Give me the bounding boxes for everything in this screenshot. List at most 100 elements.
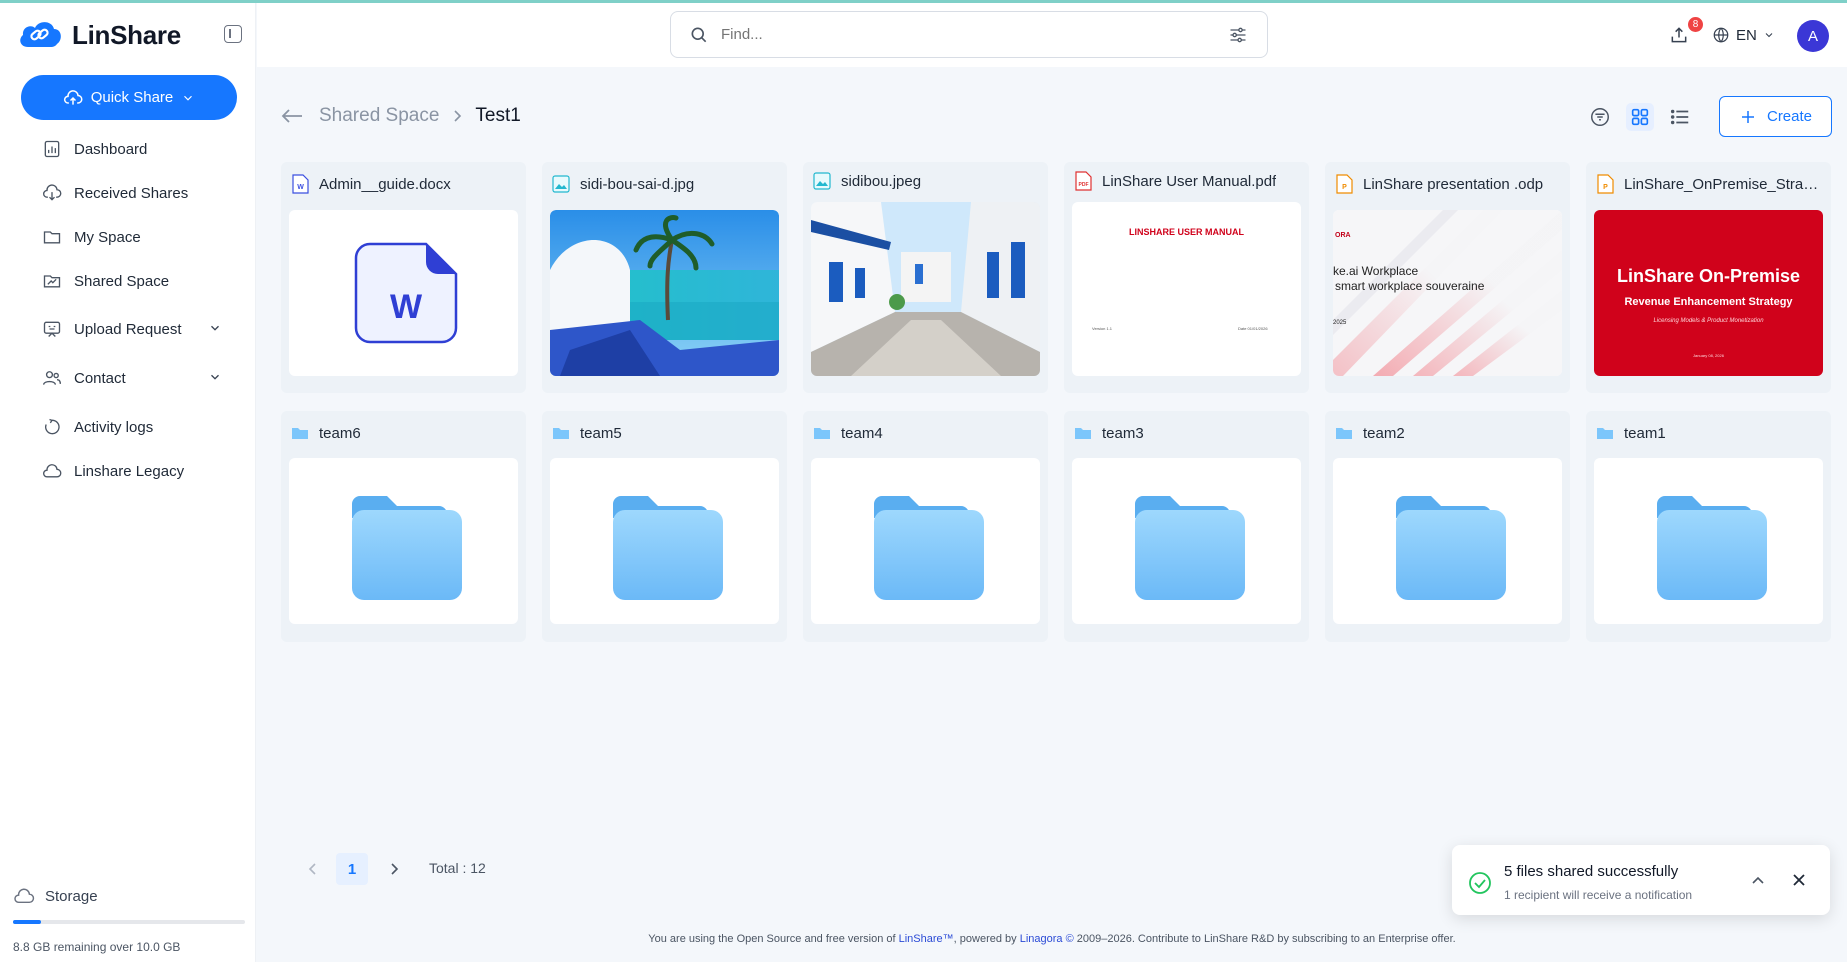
folder-thumbnail: [1333, 458, 1562, 624]
folder-card[interactable]: team4: [803, 411, 1048, 642]
storage-section: Storage: [13, 887, 98, 905]
search-icon: [691, 27, 707, 42]
large-folder-icon: [1657, 496, 1767, 600]
folder-icon: [292, 428, 308, 439]
sidebar-item-label: Upload Request: [74, 320, 182, 338]
top-header: 8 EN A: [257, 3, 1847, 67]
presentation-year: 2025: [1333, 320, 1347, 326]
contacts-icon: [43, 371, 61, 385]
folder-name: team4: [841, 424, 883, 442]
app-logo[interactable]: LinShare: [16, 17, 181, 53]
upload-status-icon[interactable]: [1669, 25, 1689, 45]
list-view-button[interactable]: [1666, 103, 1694, 131]
folder-card-header: team1: [1596, 423, 1821, 443]
toast-title: 5 files shared successfully: [1504, 863, 1679, 880]
file-card[interactable]: sidibou.jpeg: [803, 162, 1048, 393]
linshare-logo-icon: [20, 22, 61, 47]
presentation-stripes-icon: [1333, 210, 1562, 376]
prev-page-icon[interactable]: [306, 862, 320, 876]
cloud-icon: [14, 888, 35, 904]
quick-share-label: Quick Share: [90, 89, 174, 106]
folder-card-header: team5: [552, 423, 777, 443]
chevron-down-icon[interactable]: [208, 370, 222, 384]
next-page-icon[interactable]: [387, 862, 401, 876]
storage-remaining-text: 8.8 GB remaining over 10.0 GB: [13, 940, 181, 954]
breadcrumb-shared-space[interactable]: Shared Space: [319, 105, 439, 127]
sidebar-item-received-shares[interactable]: Received Shares: [42, 181, 188, 205]
sidebar-item-linshare-legacy[interactable]: Linshare Legacy: [42, 459, 184, 483]
filter-settings-icon[interactable]: [1227, 25, 1249, 45]
total-count: Total : 12: [429, 860, 486, 876]
upload-count-badge: 8: [1688, 17, 1703, 32]
storage-label: Storage: [45, 887, 98, 905]
sidebar-item-activity-logs[interactable]: Activity logs: [42, 415, 153, 439]
sidebar-item-label: Received Shares: [74, 184, 189, 202]
svg-text:P: P: [1342, 184, 1347, 191]
large-folder-icon: [874, 496, 984, 600]
image-file-icon: [813, 172, 831, 190]
file-card[interactable]: PDF LinShare User Manual.pdf LINSHARE US…: [1064, 162, 1309, 393]
file-card[interactable]: W Admin__guide.docx W: [281, 162, 526, 393]
folder-name: team1: [1624, 424, 1666, 442]
large-folder-icon: [352, 496, 462, 600]
folder-name: team6: [319, 424, 361, 442]
folder-icon: [553, 428, 569, 439]
large-folder-icon: [1135, 496, 1245, 600]
chevron-down-icon[interactable]: [208, 321, 222, 335]
sidebar-item-upload-request[interactable]: Upload Request: [42, 317, 182, 341]
sidebar-item-shared-space[interactable]: Shared Space: [42, 269, 169, 293]
sidebar-item-dashboard[interactable]: Dashboard: [42, 137, 147, 161]
sidebar-item-contact[interactable]: Contact: [42, 366, 126, 390]
close-icon[interactable]: [1791, 872, 1807, 888]
file-thumbnail: LinShare On-Premise Revenue Enhancement …: [1594, 210, 1823, 376]
search-input[interactable]: [721, 26, 1227, 43]
linshare-link[interactable]: LinShare™: [899, 933, 954, 945]
chevron-down-icon: [184, 95, 193, 101]
search-bar[interactable]: [670, 11, 1268, 58]
word-file-icon: W: [292, 174, 309, 194]
page-1-button[interactable]: 1: [336, 853, 368, 885]
history-icon: [45, 418, 60, 435]
file-card[interactable]: P LinShare_OnPremise_Strateg... LinShare…: [1586, 162, 1831, 393]
grid-view-button[interactable]: [1626, 103, 1654, 131]
folder-card[interactable]: team3: [1064, 411, 1309, 642]
beach-photo-icon: [550, 210, 779, 376]
folder-card[interactable]: team2: [1325, 411, 1570, 642]
chevron-up-icon[interactable]: [1750, 873, 1766, 887]
file-name: sidi-bou-sai-d.jpg: [580, 175, 695, 193]
file-thumbnail: LINSHARE USER MANUAL Version 1.1 Date 01…: [1072, 202, 1301, 376]
app-name: LinShare: [72, 19, 181, 50]
svg-text:P: P: [1603, 184, 1608, 191]
quick-share-button[interactable]: Quick Share: [21, 75, 237, 120]
cloud-icon: [43, 464, 62, 478]
language-code: EN: [1736, 26, 1757, 44]
footer-middle: , powered by: [953, 933, 1020, 945]
file-card-header: W Admin__guide.docx: [291, 174, 516, 194]
folder-thumbnail: [550, 458, 779, 624]
folder-name: team3: [1102, 424, 1144, 442]
folder-card[interactable]: team6: [281, 411, 526, 642]
pdf-file-icon: PDF: [1075, 171, 1092, 191]
language-selector[interactable]: EN: [1712, 26, 1775, 44]
sidebar-item-my-space[interactable]: My Space: [42, 225, 141, 249]
create-button[interactable]: Create: [1719, 96, 1832, 137]
linagora-link[interactable]: Linagora ©: [1020, 933, 1074, 945]
folder-icon: [1336, 428, 1352, 439]
file-thumbnail: [550, 210, 779, 376]
collapse-sidebar-icon[interactable]: [224, 25, 242, 43]
upload-request-icon: [43, 321, 61, 337]
back-arrow-icon[interactable]: [280, 106, 304, 126]
strategy-tagline: Licensing Models & Product Monetization: [1653, 318, 1764, 324]
plus-icon: [1741, 110, 1754, 123]
chevron-right-icon: [454, 110, 462, 122]
file-name: LinShare_OnPremise_Strateg...: [1624, 175, 1821, 193]
filter-button[interactable]: [1586, 103, 1614, 131]
user-avatar[interactable]: A: [1797, 20, 1829, 52]
breadcrumb: Shared Space Test1: [319, 105, 521, 127]
folder-card[interactable]: team1: [1586, 411, 1831, 642]
cloud-download-icon: [43, 184, 62, 201]
folder-card[interactable]: team5: [542, 411, 787, 642]
folder-name: team5: [580, 424, 622, 442]
file-card[interactable]: P LinShare presentation .odp ORA ke.ai W…: [1325, 162, 1570, 393]
file-card[interactable]: sidi-bou-sai-d.jpg: [542, 162, 787, 393]
